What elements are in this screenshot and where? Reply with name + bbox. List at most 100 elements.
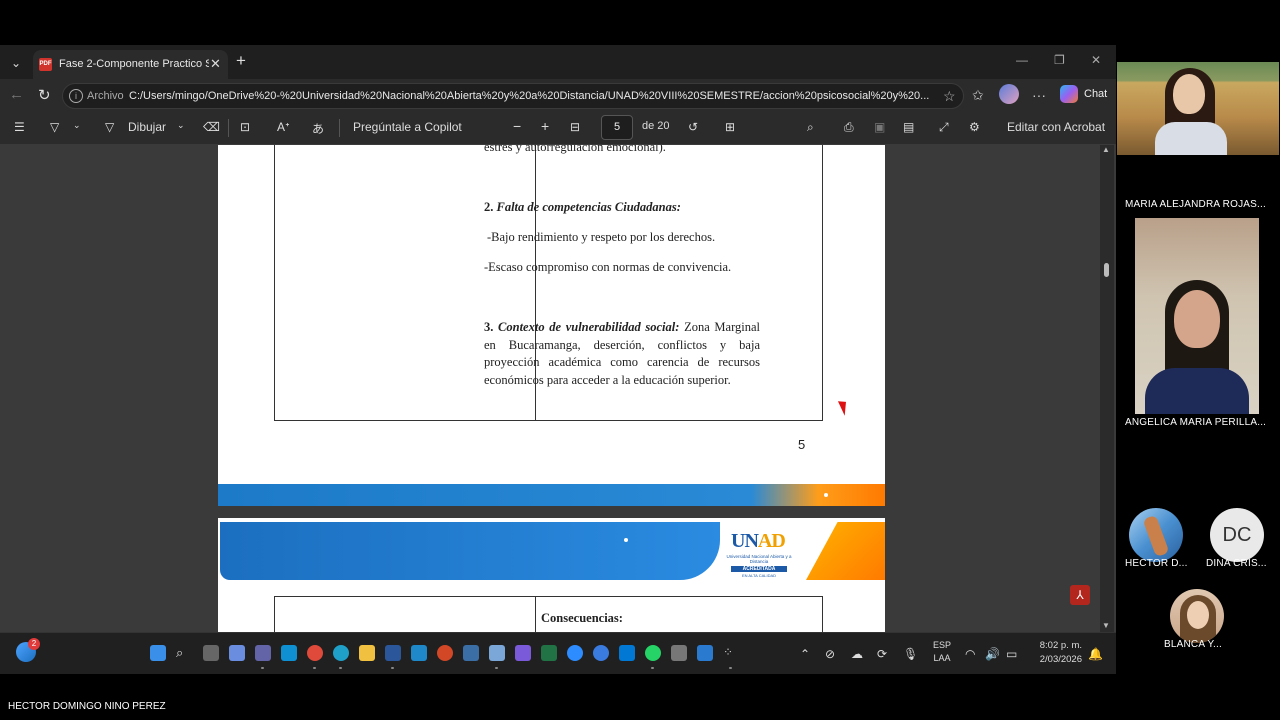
whatsapp-icon[interactable] [645,645,661,661]
item-2-number: 2. [484,200,494,214]
page-total: de 20 [642,120,670,132]
tab-actions-menu-icon[interactable]: ⌄ [4,53,28,73]
participant-avatar-4[interactable]: DC [1210,508,1264,562]
clock[interactable]: 8:02 p. m. 2/03/2026 [1034,639,1082,667]
more-apps-icon[interactable]: ⁘ [723,645,739,661]
contents-icon[interactable]: ☰ [14,120,25,134]
participant-name-1: MARIA ALEJANDRA ROJAS... [1125,199,1266,210]
taskbar-search-icon[interactable]: ⌕ [176,645,192,661]
copilot-icon[interactable] [1060,85,1078,103]
chat-button[interactable]: Chat [1084,88,1107,100]
eraser-icon[interactable]: ⌫ [203,120,220,134]
edit-with-acrobat-button[interactable]: Editar con Acrobat [1007,120,1105,134]
favorite-star-icon[interactable]: ☆ [943,88,956,105]
close-window-icon[interactable]: ✕ [1091,53,1101,67]
task-view-icon[interactable] [203,645,219,661]
read-aloud-icon[interactable]: Aᐩ [277,120,290,134]
copilot-taskbar-icon[interactable] [229,645,245,661]
print-icon[interactable]: ⎙ [844,120,854,135]
highlight-icon[interactable]: ▽ [50,120,59,134]
acrobat-icon[interactable]: ⅄ [1070,585,1090,605]
participant-video-2[interactable] [1135,218,1259,414]
fit-page-icon[interactable]: ⊟ [570,120,580,134]
excel-icon[interactable] [541,645,557,661]
draw-dropdown-icon[interactable]: ⌄ [177,120,185,131]
page-number-input[interactable]: 5 [601,115,633,140]
participant-name-5: BLANCA Y... [1164,639,1222,650]
settings-app-icon[interactable] [593,645,609,661]
app-icon[interactable] [697,645,713,661]
header-dot [624,538,628,542]
zoom-icon[interactable] [567,645,583,661]
running-indicator [313,667,316,669]
store-icon[interactable] [411,645,427,661]
chrome-icon[interactable] [307,645,323,661]
favorites-icon[interactable]: ✩ [972,87,984,104]
microphone-muted-icon[interactable]: 🎙 [903,647,918,661]
battery-icon[interactable]: ▭ [1006,647,1017,661]
participant-avatar-5[interactable] [1170,589,1224,643]
tray-overflow-icon[interactable]: ⌃ [800,647,810,661]
photos-icon[interactable] [463,645,479,661]
unad-logo-subtitle: Universidad Nacional Abierta y a Distanc… [726,554,792,564]
clipchamp-icon[interactable] [515,645,531,661]
restore-icon[interactable]: ❐ [1054,53,1065,67]
language-indicator[interactable]: ESP LAA [933,639,951,665]
document-viewport[interactable]: estrés y autorregulación emocional). 2. … [0,145,1116,632]
draw-icon[interactable]: ▽ [105,120,114,134]
app-icon[interactable] [671,645,687,661]
participant-name-4: DINA CRIS... [1206,558,1267,569]
draw-button[interactable]: Dibujar [128,120,166,134]
tray-app-icon[interactable]: ⊘ [825,647,835,661]
save-icon[interactable]: ▣ [874,120,885,134]
onedrive-icon[interactable]: ☁ [851,647,863,661]
text-box-icon[interactable]: ⊡ [240,120,250,134]
teams-icon[interactable] [255,645,271,661]
zoom-in-icon[interactable]: + [541,118,549,134]
page-view-icon[interactable]: ⊞ [725,120,735,134]
profile-avatar[interactable] [999,84,1019,104]
running-indicator [651,667,654,669]
address-bar[interactable]: i Archivo C:/Users/mingo/OneDrive%20-%20… [62,83,964,109]
outlook-icon[interactable] [619,645,635,661]
tab-active[interactable]: PDF Fase 2-Componente Practico Simil ✕ [33,50,228,79]
search-icon[interactable]: ⌕ [807,120,814,135]
unad-logo: UNAD Universidad Nacional Abierta y a Di… [723,528,795,580]
sync-icon[interactable]: ⟳ [877,647,887,661]
scroll-up-icon[interactable]: ▲ [1102,145,1110,154]
scrollbar-thumb[interactable] [1104,263,1109,277]
wifi-icon[interactable]: ◠ [965,647,975,661]
word-icon[interactable] [385,645,401,661]
participant-video-1[interactable] [1117,62,1279,155]
scroll-down-icon[interactable]: ▼ [1102,621,1110,630]
file-explorer-icon[interactable] [359,645,375,661]
new-tab-icon[interactable]: + [236,51,246,71]
url-text[interactable]: C:/Users/mingo/OneDrive%20-%20Universida… [129,90,935,102]
save-as-icon[interactable]: ▤ [903,120,914,134]
translate-icon[interactable]: あ [312,120,324,137]
rotate-icon[interactable]: ↺ [688,120,698,134]
more-menu-icon[interactable]: ··· [1032,87,1046,103]
zoom-out-icon[interactable]: − [513,118,521,134]
skype-icon[interactable] [281,645,297,661]
highlight-dropdown-icon[interactable]: ⌄ [73,120,81,131]
powerpoint-icon[interactable] [437,645,453,661]
fullscreen-icon[interactable]: ⤢ [939,120,949,135]
settings-gear-icon[interactable]: ⚙ [969,120,980,134]
footer-dot [824,493,828,497]
copilot-ask-button[interactable]: Pregúntale a Copilot [353,120,462,134]
close-tab-icon[interactable]: ✕ [210,56,221,72]
notifications-bell-icon[interactable]: 🔔 [1088,647,1103,661]
edge-icon[interactable] [333,645,349,661]
minimize-icon[interactable]: — [1016,53,1028,67]
info-icon[interactable]: i [69,89,83,103]
refresh-icon[interactable]: ↻ [38,86,51,104]
address-bar-row: ← ↻ i Archivo C:/Users/mingo/OneDrive%20… [0,79,1116,111]
start-icon[interactable] [150,645,166,661]
vertical-scrollbar[interactable]: ▲ ▼ [1100,145,1114,632]
participant-avatar-3[interactable] [1129,508,1183,562]
volume-icon[interactable]: 🔊 [985,647,1000,661]
back-icon[interactable]: ← [9,86,24,103]
app-icon[interactable] [489,645,505,661]
avatar-figure [1142,514,1170,558]
